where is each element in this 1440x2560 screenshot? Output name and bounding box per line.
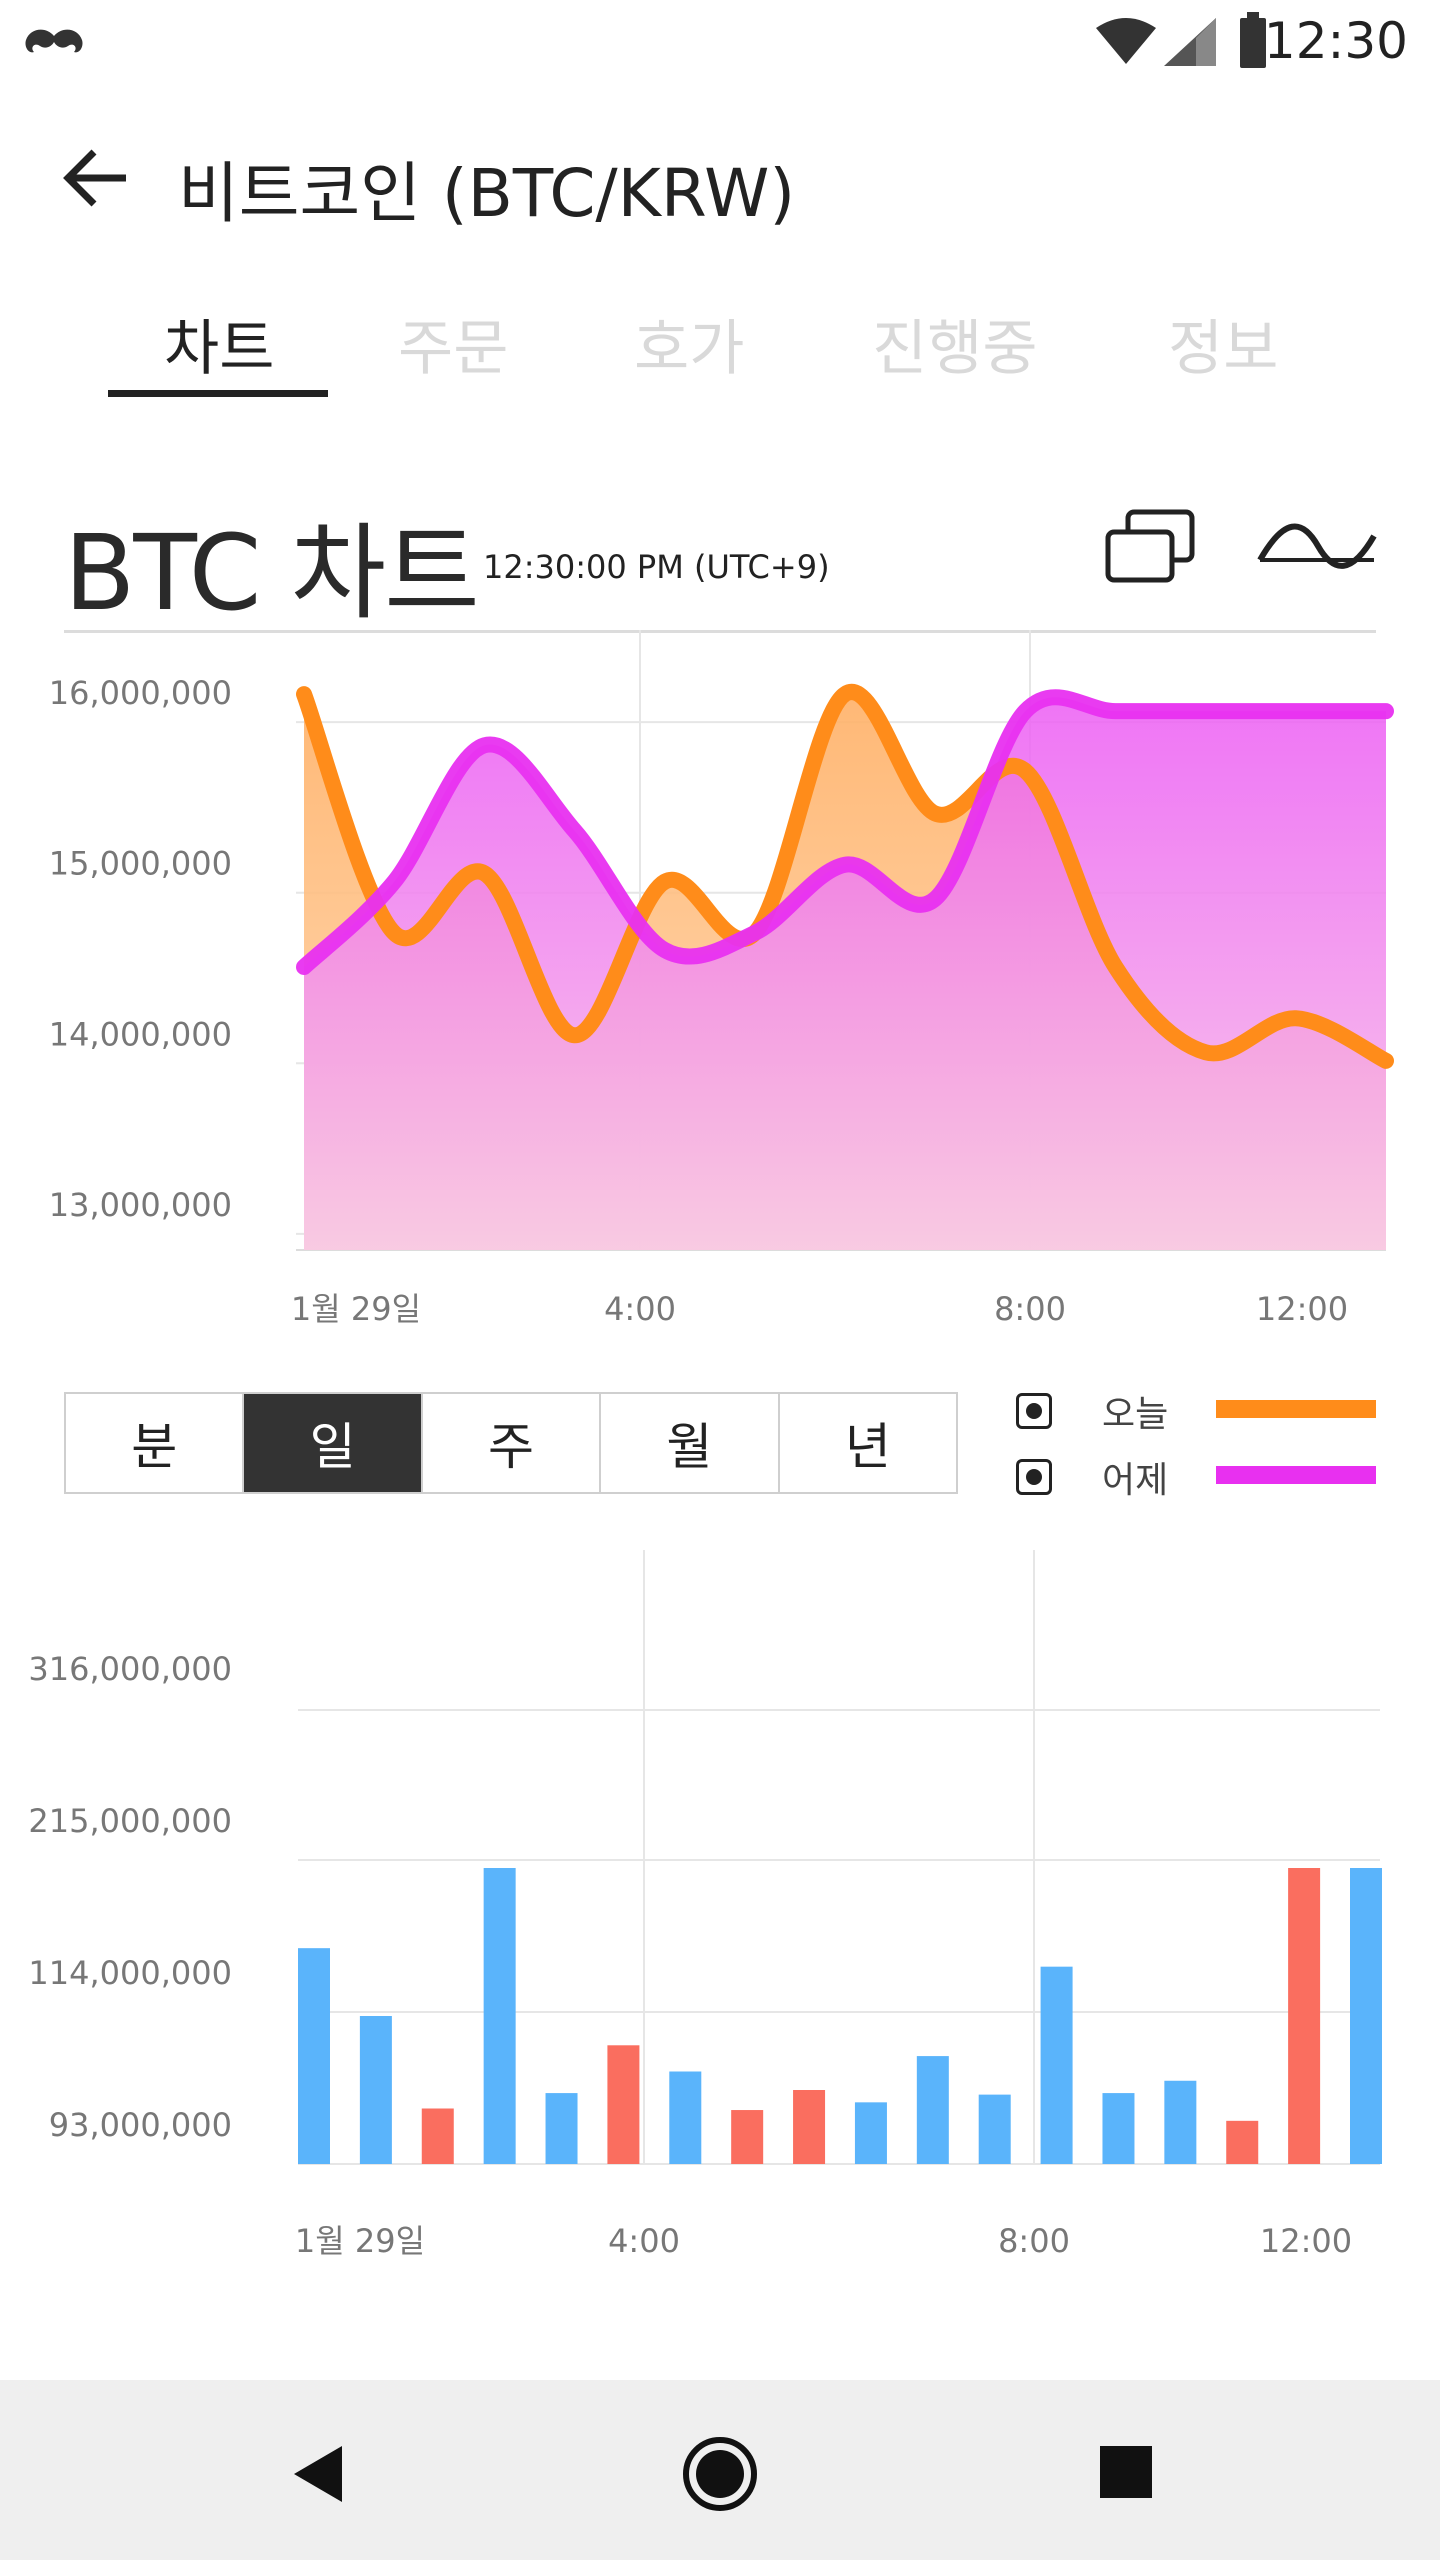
y-tick-label: 93,000,000: [49, 2106, 232, 2144]
y-tick-label: 13,000,000: [49, 1186, 232, 1224]
x-tick-label: 12:00: [1256, 1290, 1348, 1328]
volume-bar: [793, 2090, 826, 2164]
wifi-icon: [1096, 18, 1156, 64]
price-chart: 16,000,000 15,000,000 14,000,000 13,000,000…: [49, 630, 1394, 1328]
legend-today-label: 오늘: [1102, 1394, 1169, 1435]
period-year-button[interactable]: 년: [780, 1394, 956, 1492]
tab-in-progress[interactable]: 진행중: [872, 300, 1038, 387]
back-icon[interactable]: [290, 2444, 346, 2504]
signal-icon: [1164, 18, 1216, 66]
y-tick-label: 14,000,000: [49, 1015, 232, 1053]
y-tick-label: 316,000,000: [28, 1650, 232, 1688]
volume-bar: [298, 1948, 330, 2164]
volume-bar: [1288, 1868, 1321, 2164]
status-bar: 12:30: [0, 0, 1440, 86]
mustache-icon: [25, 29, 83, 53]
tab-order[interactable]: 주문: [398, 300, 508, 387]
legend-yesterday-swatch: [1216, 1466, 1376, 1484]
chart-title: BTC 차트: [64, 512, 480, 634]
tab-orderbook[interactable]: 호가: [634, 300, 744, 387]
legend-yesterday-checkbox[interactable]: [1016, 1459, 1052, 1495]
y-tick-label: 114,000,000: [28, 1954, 232, 1992]
legend-yesterday: 어제: [1016, 1452, 1168, 1502]
back-button[interactable]: [56, 136, 140, 220]
volume-bar: [607, 2045, 640, 2164]
arrow-left-icon: [63, 149, 126, 207]
x-tick-label: 1월 29일: [295, 2222, 425, 2260]
x-tick-label: 4:00: [604, 1290, 676, 1328]
home-icon[interactable]: [680, 2434, 760, 2514]
recents-icon[interactable]: [1098, 2444, 1154, 2500]
volume-bar: [1164, 2080, 1197, 2164]
period-day-button[interactable]: 일: [244, 1394, 423, 1492]
status-time: 12:30: [1263, 12, 1408, 70]
chart-time: 12:30:00 PM (UTC+9): [483, 548, 830, 586]
volume-bar: [854, 2102, 887, 2164]
period-selector: 분 일 주 월 년: [64, 1392, 958, 1494]
volume-bar: [359, 2016, 392, 2164]
x-tick-label: 4:00: [608, 2222, 680, 2260]
legend-today-checkbox[interactable]: [1016, 1393, 1052, 1429]
volume-bar: [483, 1868, 516, 2164]
period-minute-button[interactable]: 분: [66, 1394, 245, 1492]
page-title: 비트코인 (BTC/KRW): [178, 155, 796, 232]
tab-chart[interactable]: 차트: [164, 300, 274, 387]
volume-bar: [916, 2056, 949, 2164]
wave-icon[interactable]: [1256, 516, 1378, 580]
period-month-button[interactable]: 월: [601, 1394, 780, 1492]
volume-bar: [1040, 1966, 1073, 2164]
x-tick-label: 8:00: [994, 1290, 1066, 1328]
legend-today-swatch: [1216, 1400, 1376, 1418]
volume-bar: [669, 2071, 702, 2164]
legend-today: 오늘: [1016, 1386, 1168, 1436]
y-tick-label: 215,000,000: [28, 1802, 232, 1840]
volume-bar: [1102, 2093, 1135, 2164]
volume-bar: [1226, 2120, 1259, 2164]
period-week-button[interactable]: 주: [423, 1394, 602, 1492]
y-tick-label: 15,000,000: [49, 845, 232, 883]
x-tick-label: 8:00: [998, 2222, 1070, 2260]
volume-chart: 316,000,000 215,000,000 114,000,000 93,000,…: [28, 1550, 1382, 2260]
tab-indicator: [108, 390, 328, 397]
volume-bar: [978, 2094, 1011, 2164]
window-icon[interactable]: [1104, 508, 1198, 586]
x-tick-label: 1월 29일: [291, 1290, 421, 1328]
volume-bar: [421, 2108, 454, 2164]
navigation-bar: [0, 2380, 1440, 2560]
y-tick-label: 16,000,000: [49, 674, 232, 712]
x-tick-label: 12:00: [1260, 2222, 1352, 2260]
legend-yesterday-label: 어제: [1102, 1460, 1169, 1501]
volume-bar: [731, 2110, 764, 2164]
tab-info[interactable]: 정보: [1168, 300, 1278, 387]
volume-bar: [1350, 1868, 1382, 2164]
volume-bar: [545, 2093, 578, 2164]
